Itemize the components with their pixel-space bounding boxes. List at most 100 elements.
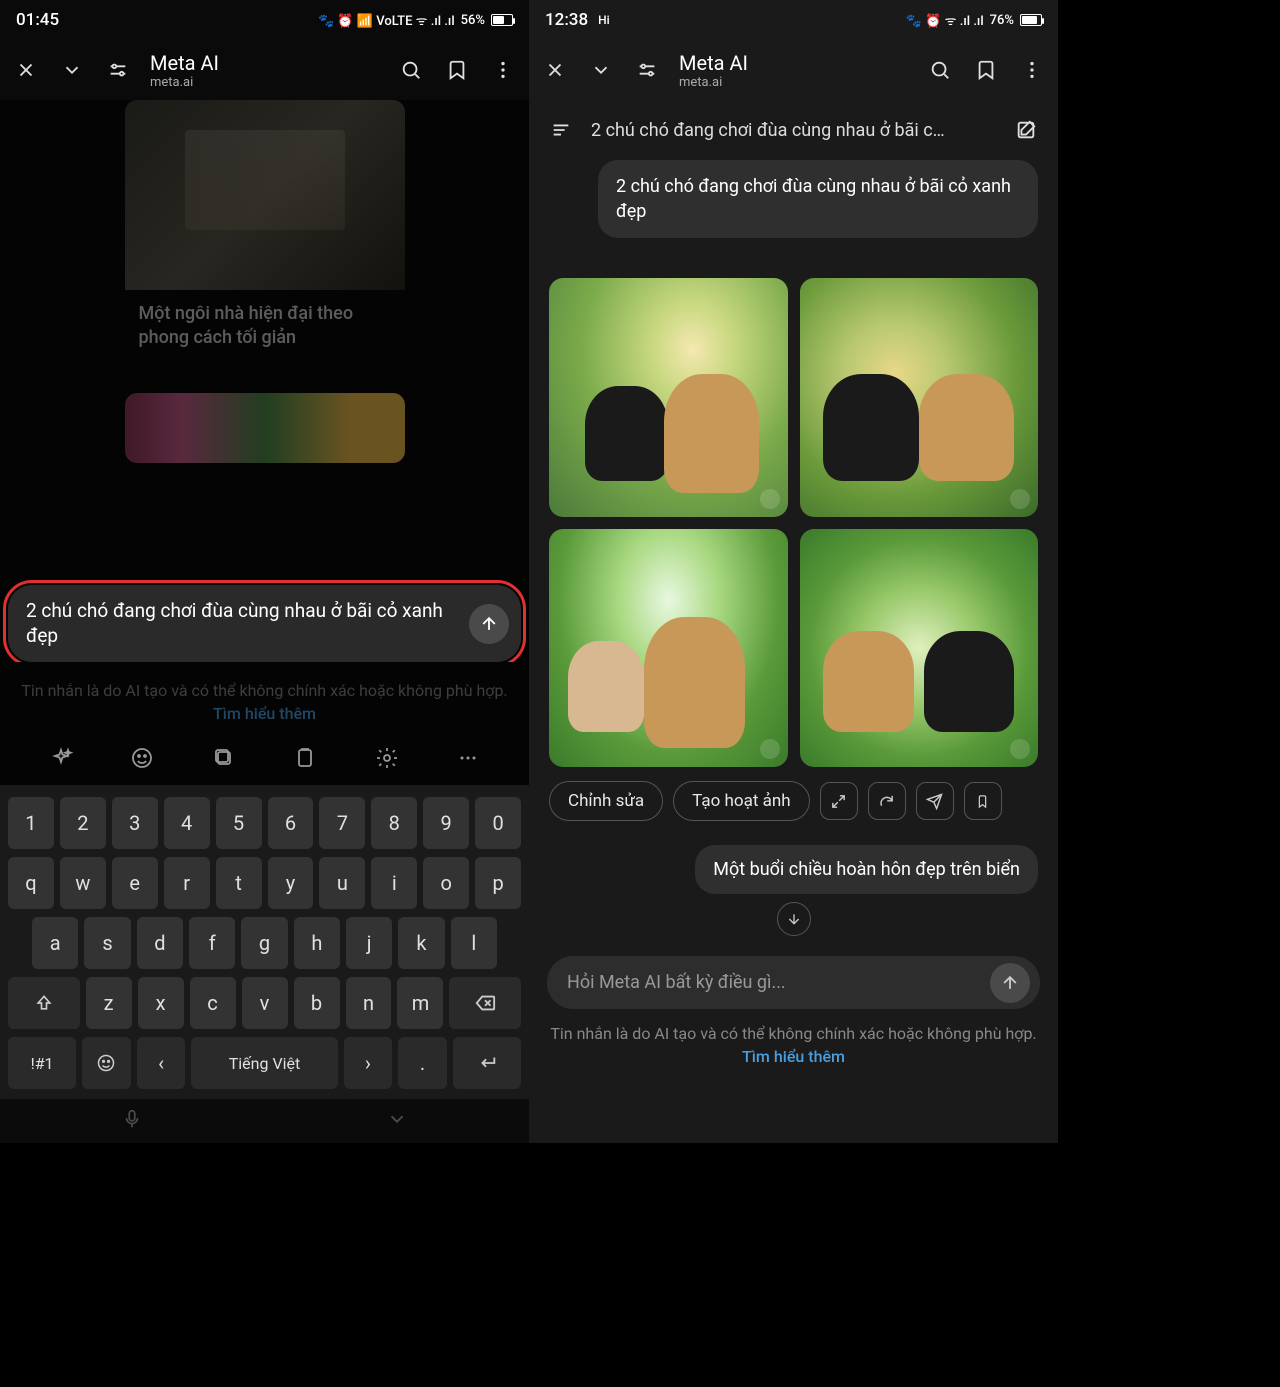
page-title: Meta AI (150, 51, 379, 75)
generated-image-2[interactable] (800, 278, 1039, 517)
key-g[interactable]: g (241, 917, 287, 969)
keyboard-row-numbers: 1234567890 (4, 793, 525, 853)
learn-more-link[interactable]: Tìm hiểu thêm (742, 1047, 845, 1066)
keyboard-row-bottom: !#1 ‹ Tiếng Việt › . (4, 1033, 525, 1093)
key-k[interactable]: k (398, 917, 444, 969)
sparkle-icon[interactable] (49, 746, 73, 774)
key-3[interactable]: 3 (112, 797, 158, 849)
keyboard: 1234567890 qwertyuiop asdfghjkl zxcvbnm … (0, 785, 529, 1099)
key-j[interactable]: j (346, 917, 392, 969)
key-0[interactable]: 0 (475, 797, 521, 849)
key-l[interactable]: l (451, 917, 497, 969)
bookmark-icon[interactable] (443, 56, 471, 84)
send-button[interactable] (469, 604, 509, 644)
key-y[interactable]: y (268, 857, 314, 909)
status-time: 12:38 (545, 10, 588, 30)
key-t[interactable]: t (216, 857, 262, 909)
key-b[interactable]: b (294, 977, 340, 1029)
enter-key[interactable] (453, 1037, 521, 1089)
browser-toolbar: Meta AI meta.ai (0, 40, 529, 100)
emoji-key[interactable] (82, 1037, 131, 1089)
shift-key[interactable] (8, 977, 80, 1029)
generated-image-4[interactable] (800, 529, 1039, 768)
send-button[interactable] (990, 963, 1030, 1003)
expand-icon[interactable] (820, 782, 858, 820)
suggestion-card-2[interactable] (125, 393, 405, 463)
more-dots-icon[interactable] (456, 746, 480, 774)
key-w[interactable]: w (60, 857, 106, 909)
symbols-key[interactable]: !#1 (8, 1037, 76, 1089)
generated-image-3[interactable] (549, 529, 788, 768)
key-v[interactable]: v (242, 977, 288, 1029)
menu-icon[interactable] (547, 116, 575, 144)
generated-image-1[interactable] (549, 278, 788, 517)
search-icon[interactable] (397, 56, 425, 84)
key-8[interactable]: 8 (371, 797, 417, 849)
chat-header: 2 chú chó đang chơi đùa cùng nhau ở bãi … (529, 100, 1058, 160)
chevron-down-icon[interactable] (58, 56, 86, 84)
gear-icon[interactable] (375, 746, 399, 774)
new-chat-icon[interactable] (1012, 116, 1040, 144)
key-p[interactable]: p (475, 857, 521, 909)
key-s[interactable]: s (84, 917, 130, 969)
key-e[interactable]: e (112, 857, 158, 909)
search-icon[interactable] (926, 56, 954, 84)
period-key[interactable]: . (398, 1037, 447, 1089)
key-h[interactable]: h (294, 917, 340, 969)
chevron-down-icon[interactable] (587, 56, 615, 84)
status-bar: 01:45 🐾 ⏰ 📶 VoLTE ᯤ .ıl .ıl 56% (0, 0, 529, 40)
key-d[interactable]: d (137, 917, 183, 969)
key-n[interactable]: n (346, 977, 392, 1029)
share-icon[interactable] (916, 782, 954, 820)
key-1[interactable]: 1 (8, 797, 54, 849)
key-2[interactable]: 2 (60, 797, 106, 849)
key-f[interactable]: f (189, 917, 235, 969)
ai-disclaimer: Tin nhắn là do AI tạo và có thể không ch… (529, 1009, 1058, 1078)
prompt-input[interactable]: 2 chú chó đang chơi đùa cùng nhau ở bãi … (8, 585, 521, 662)
prev-key[interactable]: ‹ (137, 1037, 186, 1089)
animate-button[interactable]: Tạo hoạt ảnh (673, 781, 809, 821)
learn-more-link[interactable]: Tìm hiểu thêm (213, 704, 316, 723)
edit-button[interactable]: Chỉnh sửa (549, 781, 663, 821)
emoji-icon[interactable] (130, 746, 154, 774)
key-i[interactable]: i (371, 857, 417, 909)
page-url: meta.ai (150, 75, 379, 90)
prompt-input[interactable]: Hỏi Meta AI bất kỳ điều gì... (547, 956, 1040, 1009)
more-icon[interactable] (1018, 56, 1046, 84)
space-key[interactable]: Tiếng Việt (191, 1037, 337, 1089)
key-5[interactable]: 5 (216, 797, 262, 849)
more-icon[interactable] (489, 56, 517, 84)
status-time: 01:45 (16, 10, 59, 30)
gallery-icon[interactable] (212, 746, 236, 774)
key-c[interactable]: c (190, 977, 236, 1029)
settings-sliders-icon[interactable] (633, 56, 661, 84)
key-a[interactable]: a (32, 917, 78, 969)
key-4[interactable]: 4 (164, 797, 210, 849)
refresh-icon[interactable] (868, 782, 906, 820)
key-r[interactable]: r (164, 857, 210, 909)
mic-icon[interactable] (121, 1108, 143, 1134)
key-m[interactable]: m (397, 977, 443, 1029)
browser-toolbar: Meta AI meta.ai (529, 40, 1058, 100)
settings-sliders-icon[interactable] (104, 56, 132, 84)
scroll-down-button[interactable] (777, 902, 811, 936)
key-o[interactable]: o (423, 857, 469, 909)
key-9[interactable]: 9 (423, 797, 469, 849)
key-6[interactable]: 6 (268, 797, 314, 849)
key-q[interactable]: q (8, 857, 54, 909)
key-7[interactable]: 7 (319, 797, 365, 849)
suggestion-card[interactable]: Một ngôi nhà hiện đại theo phong cách tố… (125, 100, 405, 363)
close-icon[interactable] (12, 56, 40, 84)
key-x[interactable]: x (138, 977, 184, 1029)
backspace-key[interactable] (449, 977, 521, 1029)
hide-keyboard-icon[interactable] (386, 1108, 408, 1134)
bookmark-action-icon[interactable] (964, 782, 1002, 820)
bookmark-icon[interactable] (972, 56, 1000, 84)
keyboard-row-2: asdfghjkl (4, 913, 525, 973)
key-u[interactable]: u (319, 857, 365, 909)
close-icon[interactable] (541, 56, 569, 84)
clipboard-icon[interactable] (293, 746, 317, 774)
key-z[interactable]: z (86, 977, 132, 1029)
next-key[interactable]: › (344, 1037, 393, 1089)
ai-disclaimer: Tin nhắn là do AI tạo và có thể không ch… (0, 662, 529, 735)
